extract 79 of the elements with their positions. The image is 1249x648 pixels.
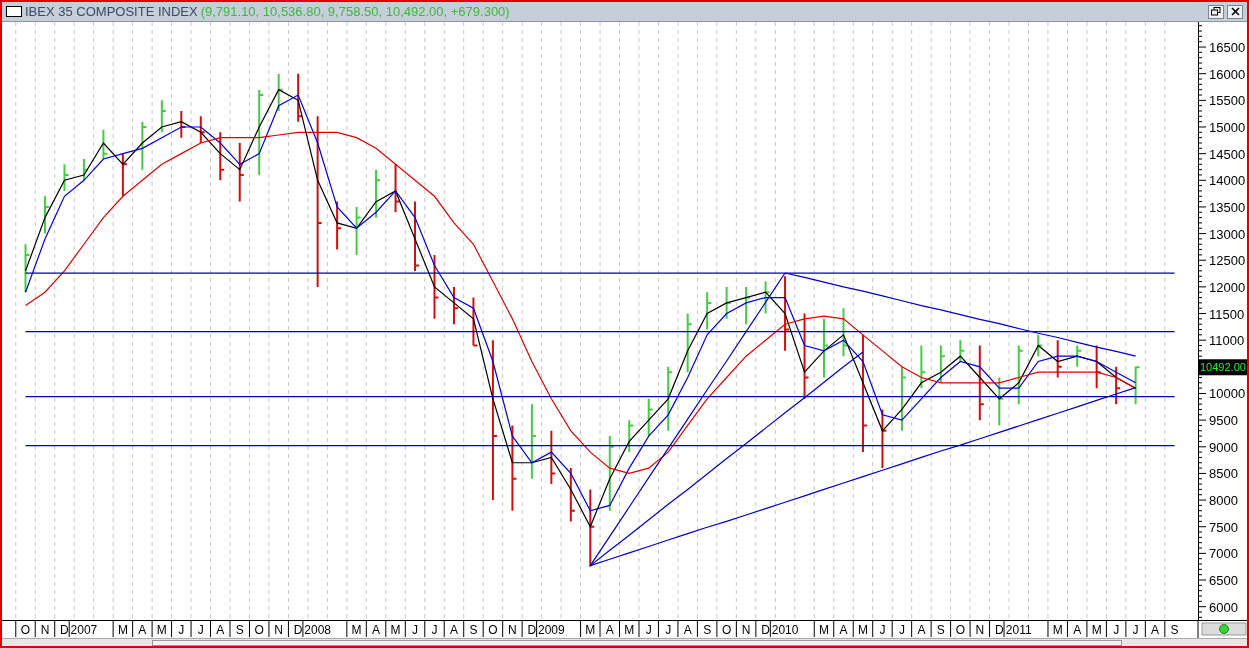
y-axis-label: 14000	[1209, 173, 1246, 189]
x-axis-label: M	[351, 623, 362, 637]
y-axis-label: 10000	[1209, 386, 1246, 402]
x-axis-label: J	[1113, 623, 1120, 637]
x-axis-label: A	[917, 623, 926, 637]
x-axis-label: A	[839, 623, 848, 637]
y-axis-label: 14500	[1209, 146, 1246, 162]
x-axis-label: A	[449, 623, 458, 637]
x-axis-label: S	[703, 623, 712, 637]
y-axis-label: 12000	[1209, 279, 1246, 295]
x-axis-label: S	[469, 623, 478, 637]
x-axis-label: N	[741, 623, 751, 637]
last-price-label: 10492.00	[1199, 359, 1247, 376]
x-axis-label: O	[20, 623, 31, 637]
y-axis-label: 13500	[1209, 199, 1246, 215]
x-axis-label: S	[1170, 623, 1179, 637]
x-axis-label: 2009	[538, 623, 565, 637]
x-axis-label: J	[898, 623, 905, 637]
x-axis-label: J	[1132, 623, 1139, 637]
x-axis-label: A	[1073, 623, 1082, 637]
y-axis-label: 11000	[1209, 333, 1245, 349]
x-axis-label: O	[488, 623, 498, 637]
y-axis-label: 9500	[1209, 413, 1238, 429]
x-axis-label: D	[527, 623, 537, 637]
x-axis-label: M	[117, 623, 128, 637]
x-axis-label: O	[254, 623, 264, 637]
x-axis-label: J	[197, 623, 204, 637]
y-axis-label: 7000	[1209, 546, 1238, 562]
x-axis-label: N	[40, 623, 50, 637]
x-axis-label: N	[508, 623, 517, 637]
y-axis-label: 16000	[1209, 66, 1246, 82]
x-axis-label: A	[683, 623, 692, 637]
x-axis-label: M	[156, 623, 167, 637]
x-axis-label: 2007	[70, 623, 98, 637]
x-axis-label: J	[178, 623, 185, 637]
x-axis-label: M	[819, 623, 829, 637]
x-axis-label: M	[857, 623, 868, 637]
y-axis-label: 8500	[1209, 466, 1238, 482]
x-axis-label: A	[372, 623, 381, 637]
y-axis-label: 8000	[1209, 493, 1238, 509]
price-quote: (9,791.10, 10,536.80, 9,758.50, 10,492.00, +679.300)	[200, 4, 510, 19]
x-axis-label: M	[1091, 623, 1102, 637]
y-axis-label: 6500	[1209, 573, 1238, 589]
x-axis-label: D	[994, 623, 1004, 637]
x-axis-label: D	[293, 623, 303, 637]
x-axis-label: O	[721, 623, 732, 637]
y-axis-label: 7500	[1209, 519, 1238, 535]
x-axis-label: M	[390, 623, 401, 637]
y-axis-label: 16500	[1209, 40, 1246, 56]
x-axis-label: D	[60, 623, 69, 637]
x-axis-label: S	[936, 623, 945, 637]
x-axis-label: 2011	[1005, 623, 1032, 637]
x-axis-label: A	[605, 623, 614, 637]
x-axis-label: A	[216, 623, 225, 637]
x-axis-label: O	[955, 623, 965, 637]
y-axis-label: 6000	[1209, 599, 1238, 615]
window-title: IBEX 35 COMPOSITE INDEX	[25, 4, 198, 19]
x-axis-label: N	[975, 623, 985, 637]
x-axis-label: 2008	[304, 623, 331, 637]
y-axis-label: 12500	[1209, 253, 1246, 269]
x-axis-label: S	[235, 623, 244, 637]
x-axis-label: M	[624, 623, 635, 637]
y-axis-label: 13000	[1209, 226, 1246, 242]
x-axis-label: J	[665, 623, 672, 637]
y-axis-label: 11500	[1209, 306, 1245, 322]
x-axis-label: D	[761, 623, 770, 637]
x-axis-label: J	[645, 623, 652, 637]
x-axis-label: A	[1151, 623, 1160, 637]
y-axis-label: 15000	[1209, 120, 1246, 135]
x-axis-label: M	[585, 623, 596, 637]
x-axis-label: 2010	[771, 623, 799, 637]
x-axis-label: J	[431, 623, 438, 637]
y-axis-label: 15500	[1209, 93, 1246, 109]
x-axis-label: A	[138, 623, 147, 637]
x-axis-label: J	[879, 623, 886, 637]
x-axis-label: J	[412, 623, 418, 637]
y-axis-label: 9000	[1209, 439, 1238, 455]
x-axis-label: N	[274, 623, 284, 637]
x-axis-label: M	[1052, 623, 1063, 637]
